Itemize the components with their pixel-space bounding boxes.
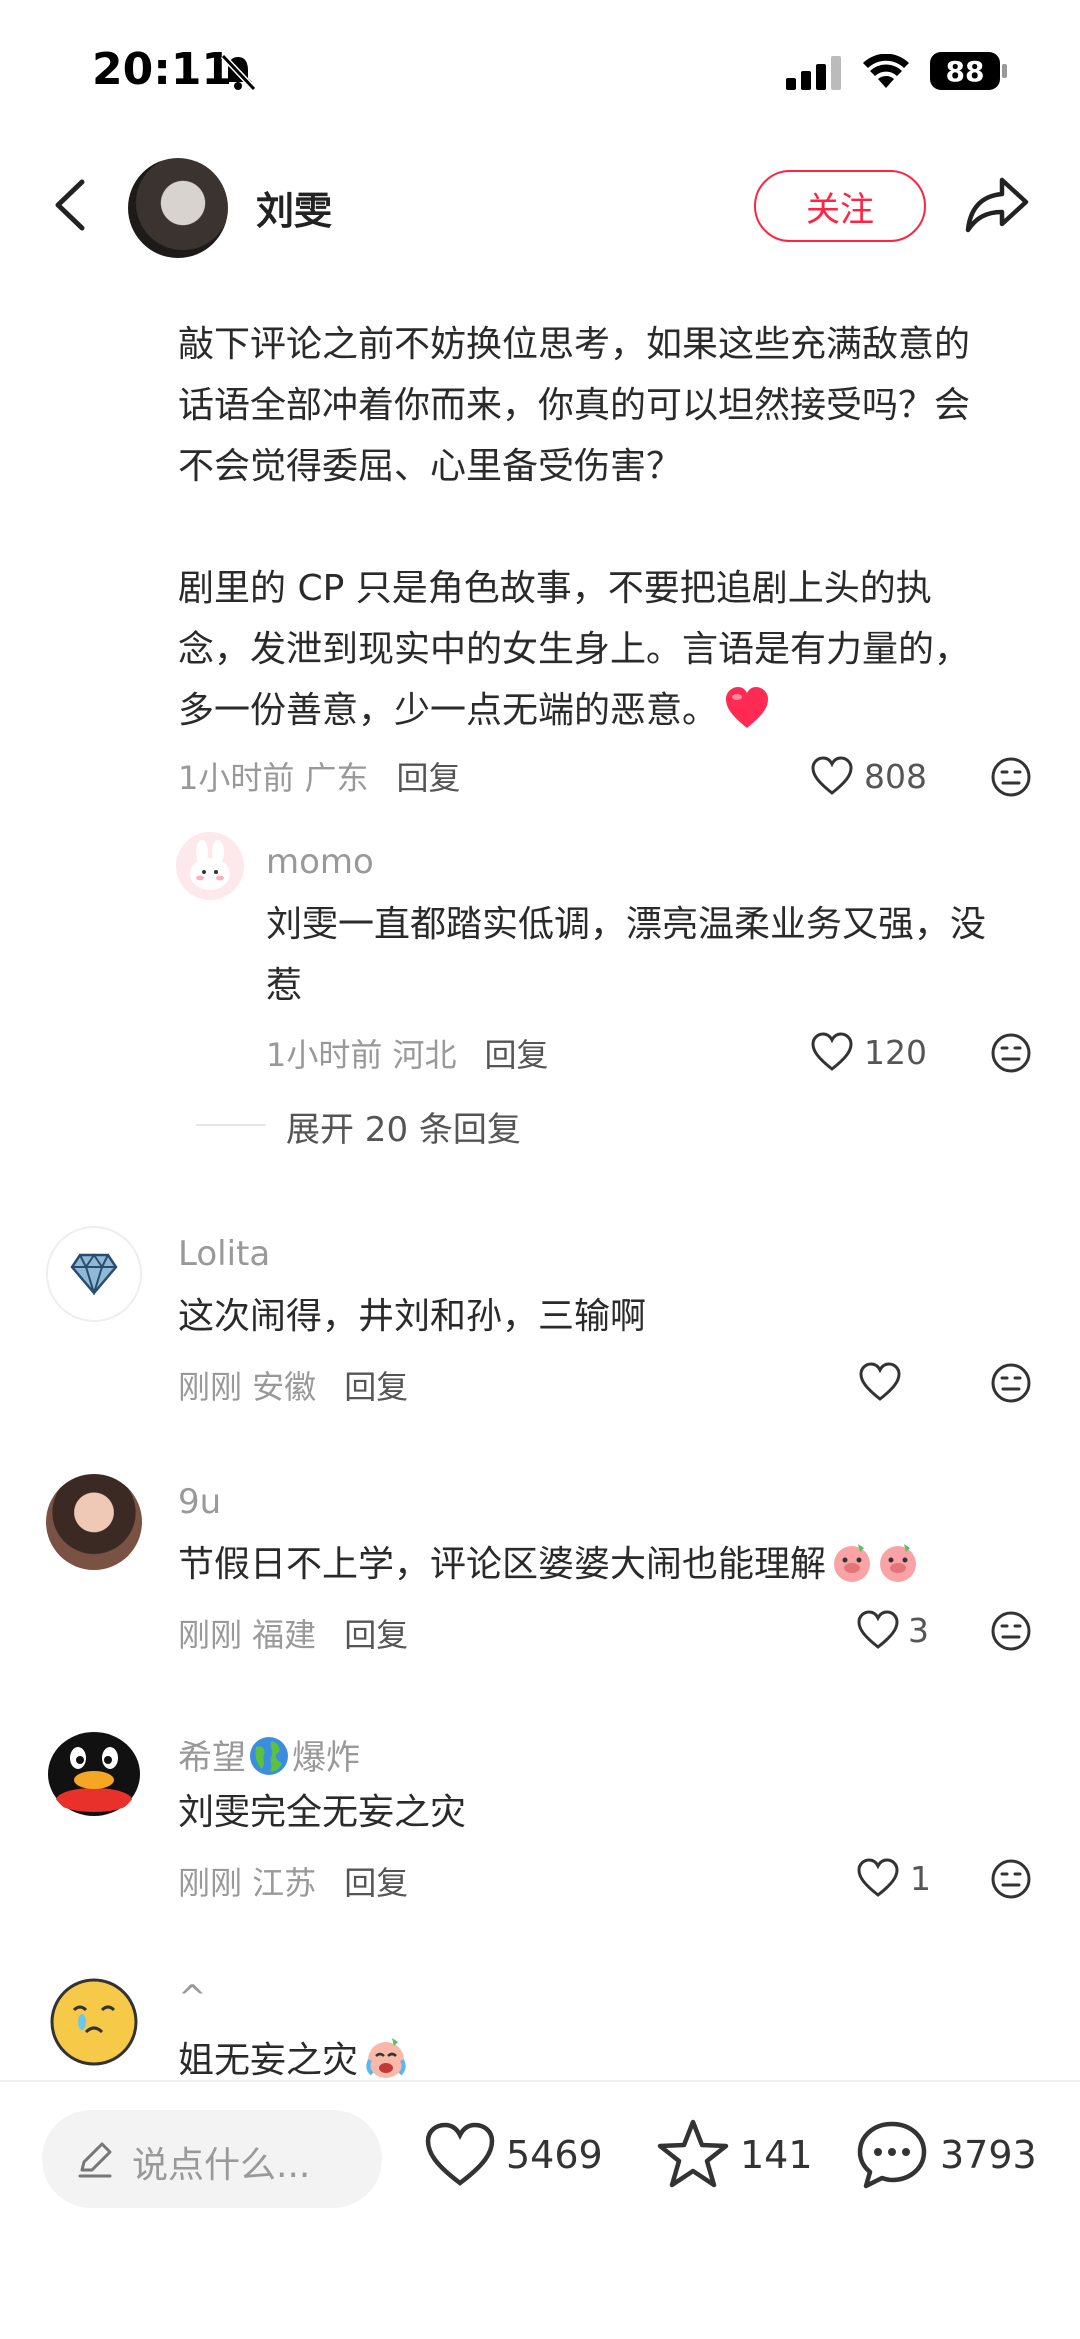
comment-meta: 刚刚 福建 回复 (178, 1610, 408, 1656)
reply-line: 刘雯一直都踏实低调，漂亮温柔业务又强，没 (266, 904, 987, 945)
comment-time-location: 刚刚 江苏 (178, 1864, 317, 1902)
comment-line: 敲下评论之前不妨换位思考，如果这些充满敌意的 (178, 324, 971, 365)
reply-button[interactable]: 回复 (344, 1368, 408, 1406)
share-icon[interactable] (964, 172, 1030, 238)
status-time: 20:11 (92, 44, 233, 95)
like-count: 808 (864, 757, 927, 796)
red-heart-emoji-icon (726, 687, 769, 728)
comment-time-location: 刚刚 福建 (178, 1616, 317, 1654)
post-star-count: 141 (740, 2133, 813, 2177)
like-heart-icon[interactable] (810, 1032, 854, 1072)
reply-button[interactable]: 回复 (344, 1616, 408, 1654)
comment-input-placeholder[interactable]: 说点什么... (132, 2136, 310, 2188)
like-heart-icon[interactable] (856, 1610, 900, 1650)
bunny-avatar-icon (190, 840, 230, 890)
comment-time-location: 刚刚 安徽 (178, 1368, 317, 1406)
pencil-icon (78, 2142, 112, 2178)
comment-username[interactable]: 希望 爆炸 (178, 1730, 360, 1779)
battery-icon: 88 (930, 52, 1000, 90)
pig-emoji-icon (834, 1544, 871, 1582)
follow-button[interactable]: 关注 (754, 170, 926, 242)
comment-text: 刘雯完全无妄之灾 (178, 1792, 467, 1833)
crying-emoji-icon (366, 2038, 406, 2078)
wifi-icon (863, 54, 909, 88)
sub-reply-meta: 1小时前 河北 回复 (266, 1030, 549, 1076)
comment-line: 剧里的 CP 只是角色故事，不要把追剧上头的执 (178, 568, 932, 609)
crying-chick-avatar[interactable] (46, 1970, 142, 2066)
like-heart-icon[interactable] (810, 756, 854, 796)
like-count: 120 (864, 1033, 927, 1072)
post-like-count: 5469 (506, 2133, 603, 2177)
author-name[interactable]: 刘雯 (256, 180, 332, 235)
comment-bubble-icon[interactable] (856, 2120, 928, 2190)
comment-line: 念，发泄到现实中的女生身上。言语是有力量的， (178, 629, 971, 670)
reply-button[interactable]: 回复 (344, 1864, 408, 1902)
meh-face-icon[interactable] (990, 756, 1032, 798)
star-icon[interactable] (656, 2118, 730, 2190)
meh-face-icon[interactable] (990, 1610, 1032, 1652)
pig-emoji-icon (880, 1544, 917, 1582)
reply-button[interactable]: 回复 (397, 759, 461, 797)
diamond-icon (70, 1253, 118, 1295)
comment-username[interactable]: ^ (178, 1978, 207, 2018)
comment-line: 不会觉得委屈、心里备受伤害？ (178, 446, 683, 487)
reply-username[interactable]: momo (266, 842, 374, 882)
comment-text: 节假日不上学，评论区婆婆大闹也能理解 (178, 1534, 920, 1595)
reply-line: 惹 (266, 965, 303, 1006)
comment-meta: 刚刚 安徽 回复 (178, 1362, 408, 1408)
like-count: 1 (910, 1859, 931, 1898)
back-arrow-icon[interactable] (52, 178, 88, 232)
like-heart-icon[interactable] (424, 2122, 496, 2188)
penguin-icon (48, 1732, 140, 1816)
mute-bell-icon (220, 53, 257, 92)
comment-username[interactable]: Lolita (178, 1234, 270, 1274)
lolita-avatar[interactable] (46, 1226, 142, 1322)
like-heart-icon[interactable] (856, 1858, 900, 1898)
like-heart-icon[interactable] (858, 1362, 902, 1402)
qq-penguin-avatar[interactable] (46, 1722, 142, 1818)
post-comment-count: 3793 (940, 2133, 1037, 2177)
sub-reply-text: 刘雯一直都踏实低调，漂亮温柔业务又强，没 惹 (266, 894, 1046, 1016)
9u-avatar[interactable] (46, 1474, 142, 1570)
momo-avatar[interactable] (176, 832, 244, 900)
battery-tip (1002, 64, 1007, 78)
chick-icon (50, 1978, 138, 2066)
globe-emoji-icon (250, 1737, 288, 1775)
reply-time-location: 1小时前 河北 (266, 1036, 457, 1074)
battery-level: 88 (945, 54, 985, 88)
comment-username[interactable]: 9u (178, 1482, 221, 1522)
expand-replies-button[interactable]: 展开 20 条回复 (286, 1102, 521, 1151)
main-comment-meta: 1小时前 广东 回复 (178, 753, 461, 799)
like-count: 3 (908, 1611, 929, 1650)
comment-line: 多一份善意，少一点无端的恶意。 (178, 680, 1058, 741)
comment-text: 这次闹得，井刘和孙，三输啊 (178, 1296, 647, 1337)
comment-line: 话语全部冲着你而来，你真的可以坦然接受吗？会 (178, 385, 971, 426)
meh-face-icon[interactable] (990, 1032, 1032, 1074)
meh-face-icon[interactable] (990, 1362, 1032, 1404)
meh-face-icon[interactable] (990, 1858, 1032, 1900)
main-comment-text: 敲下评论之前不妨换位思考，如果这些充满敌意的 话语全部冲着你而来，你真的可以坦然… (178, 314, 1058, 741)
expand-divider (196, 1124, 266, 1126)
author-avatar[interactable] (128, 158, 228, 258)
comment-time-location: 1小时前 广东 (178, 759, 369, 797)
signal-icon (786, 56, 841, 90)
reply-button[interactable]: 回复 (485, 1036, 549, 1074)
comment-meta: 刚刚 江苏 回复 (178, 1858, 408, 1904)
